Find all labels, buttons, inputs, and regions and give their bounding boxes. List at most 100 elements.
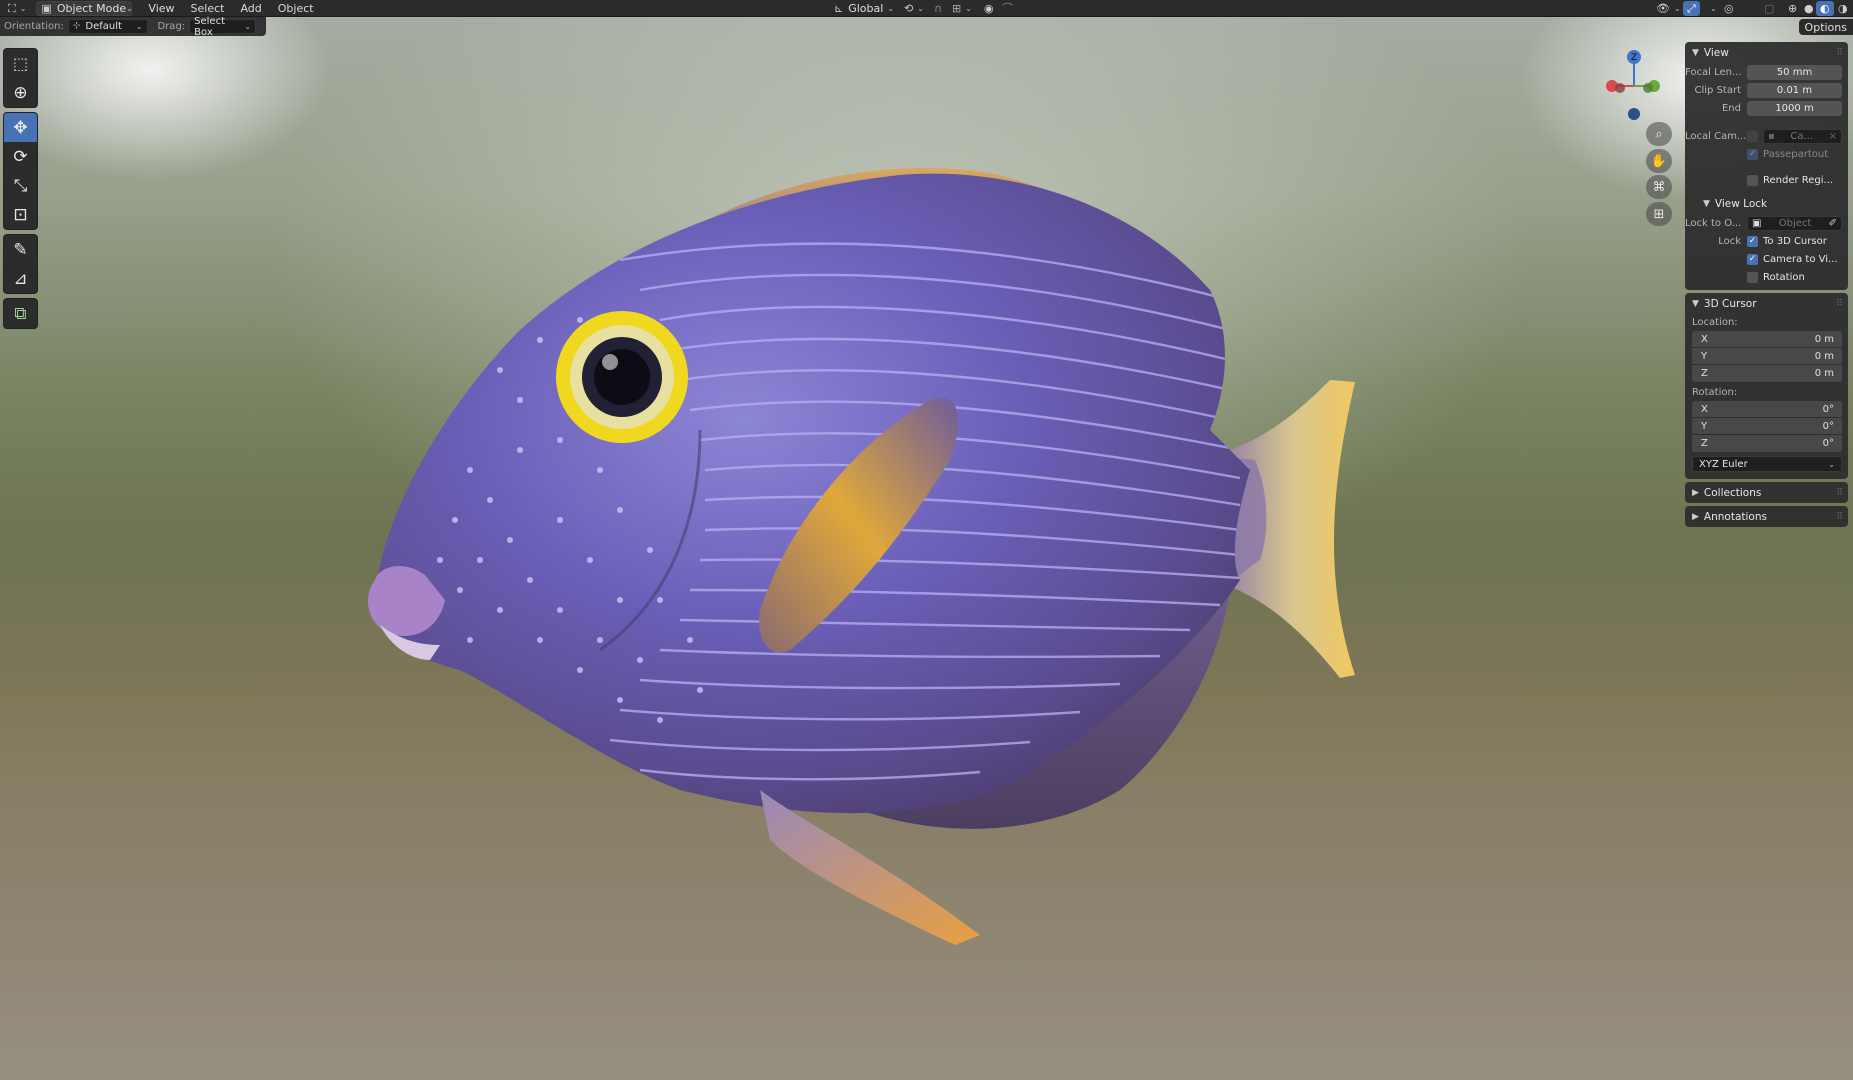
projection-toggle-button[interactable]: ⊞ [1646,202,1672,226]
gizmo-neg-x-axis [1615,83,1625,93]
passepartout-checkbox[interactable]: ✓ [1747,148,1758,160]
chevron-down-icon: ⌄ [1828,459,1835,469]
tool-transform[interactable]: ⊡ [4,200,37,229]
lock-label: Lock [1718,235,1741,247]
shading-wireframe[interactable]: ⊕ [1784,1,1801,16]
zoom-button[interactable]: ⌕ [1646,122,1672,146]
axis-value: 0 m [1814,368,1834,379]
tool-select-box[interactable]: ⬚ [4,49,37,78]
rendered-sphere-icon: ◑ [1838,1,1848,15]
shading-solid[interactable]: ● [1800,1,1818,16]
transform-orientation-dropdown[interactable]: ⊾ Global ⌄ [830,1,898,16]
shading-rendered[interactable]: ◑ [1834,1,1852,16]
navigation-gizmo[interactable]: Z [1598,50,1676,130]
magnifier-icon: ⌕ [1655,126,1663,142]
tool-cursor[interactable]: ⊕ [4,78,37,107]
menu-object[interactable]: Object [270,2,322,15]
tool-rotate[interactable]: ⟳ [4,142,37,171]
3d-cursor-panel-title: 3D Cursor [1703,297,1757,310]
clip-start-field[interactable]: 0.01 m [1747,82,1842,98]
gizmo-toggle[interactable]: ⤢ [1683,0,1700,16]
drag-grip-icon[interactable]: ⠿ [1836,299,1843,309]
chevron-down-icon: ⌄ [887,3,895,13]
local-camera-checkbox[interactable] [1747,130,1758,142]
gizmo-neg-z-axis [1628,108,1640,120]
to-3d-cursor-checkbox[interactable]: ✓ [1747,235,1758,247]
overlays-icon: ◎ [1724,1,1734,15]
passepartout-label: Passepartout [1763,148,1829,160]
axis-label: Z [1701,368,1708,379]
drag-grip-icon[interactable]: ⠿ [1836,512,1843,522]
render-region-checkbox[interactable] [1747,174,1758,186]
tool-measure[interactable]: ⊿ [4,264,37,293]
xray-toggle[interactable]: ▢ [1760,1,1778,16]
tool-group-select: ⬚ ⊕ [3,48,38,108]
camera-view-button[interactable]: ⌘ [1646,175,1672,199]
eyedropper-icon[interactable]: ✐ [1829,218,1837,229]
fish-model[interactable] [0,0,1853,1080]
rotation-z-field[interactable]: Z 0° [1692,435,1842,452]
clip-end-field[interactable]: 1000 m [1747,100,1842,116]
lock-rotation-checkbox[interactable] [1747,271,1758,283]
focal-length-field[interactable]: 50 mm [1747,64,1842,80]
mode-dropdown[interactable]: ▣ Object Mode ⌄ [36,0,133,16]
menu-select[interactable]: Select [183,2,233,15]
proportional-edit-toggle[interactable]: ◉ [980,1,998,16]
material-sphere-icon: ◐ [1820,1,1830,15]
pivot-icon: ⟲ [904,1,914,15]
menu-add[interactable]: Add [232,2,269,15]
3d-cursor-panel: ▼ 3D Cursor ⠿ Location: X 0 m Y 0 m Z 0 m R… [1685,293,1848,479]
3d-viewport[interactable] [0,0,1853,1080]
3d-cursor-panel-header[interactable]: ▼ 3D Cursor ⠿ [1685,293,1848,314]
location-z-field[interactable]: Z 0 m [1692,365,1842,382]
tool-group-add: ⧉ [3,298,38,329]
snap-target-dropdown[interactable]: ⊞ ⌄ [948,1,976,16]
editor-type-button[interactable]: ⛶ ⌄ [4,1,30,16]
orientation-dropdown[interactable]: ⊹ Default ⌄ [67,19,148,34]
object-mode-icon: ▣ [41,1,52,15]
pan-button[interactable]: ✋ [1646,149,1672,173]
pivot-point-dropdown[interactable]: ⟲ ⌄ [900,1,928,16]
wireframe-sphere-icon: ⊕ [1788,1,1798,15]
overlays-toggle[interactable]: ◎ [1720,1,1738,16]
drag-grip-icon[interactable]: ⠿ [1836,48,1843,58]
view-panel-header[interactable]: ▼ View ⠿ [1685,42,1848,63]
rotation-y-field[interactable]: Y 0° [1692,418,1842,435]
collections-panel-header[interactable]: ▶ Collections ⠿ [1685,482,1848,503]
axis-label: X [1701,403,1708,415]
tool-annotate[interactable]: ✎ [4,235,37,264]
location-x-field[interactable]: X 0 m [1692,331,1842,348]
snap-toggle[interactable]: ∩ [930,1,946,16]
tool-group-transform: ✥ ⟳ ⤡ ⊡ [3,112,38,230]
clip-start-label: Clip Start [1694,84,1742,96]
camera-to-view-checkbox[interactable]: ✓ [1747,253,1758,265]
annotations-panel-header[interactable]: ▶ Annotations ⠿ [1685,506,1848,527]
location-label: Location: [1692,317,1738,328]
axis-value: 0° [1822,420,1834,432]
options-button[interactable]: Options [1798,19,1853,35]
lock-to-object-field[interactable]: ▣ Object ✐ [1747,215,1842,231]
proportional-falloff-dropdown[interactable]: ⌒ [998,1,1017,16]
shading-material[interactable]: ◐ [1816,0,1834,16]
tool-move[interactable]: ✥ [4,113,37,142]
local-camera-value: Ca... [1790,130,1814,142]
rotation-label: Rotation: [1692,387,1738,398]
object-icon: ▣ [1752,217,1762,229]
local-camera-field[interactable]: ▪ Ca... × [1763,128,1842,144]
view-lock-header[interactable]: ▼ View Lock [1685,193,1848,214]
visibility-dropdown[interactable]: 👁 ⌄ [1652,1,1685,16]
move-icon: ✥ [13,117,28,138]
rotation-x-field[interactable]: X 0° [1692,401,1842,418]
drag-grip-icon[interactable]: ⠿ [1836,488,1843,498]
drag-dropdown[interactable]: Select Box ⌄ [189,16,256,38]
menu-view[interactable]: View [140,2,182,15]
tool-scale[interactable]: ⤡ [4,171,37,200]
tool-add-cube[interactable]: ⧉ [4,299,37,328]
camera-to-view-row: ✓ Camera to Vi... [1685,250,1848,268]
location-y-field[interactable]: Y 0 m [1692,348,1842,365]
rotation-mode-dropdown[interactable]: XYZ Euler ⌄ [1692,456,1842,472]
focal-length-row: Focal Len... 50 mm [1685,63,1848,81]
gizmo-dropdown[interactable]: ⌄ [1702,1,1721,16]
annotations-panel: ▶ Annotations ⠿ [1685,506,1848,527]
rotation-vector: X 0° Y 0° Z 0° [1692,401,1842,452]
